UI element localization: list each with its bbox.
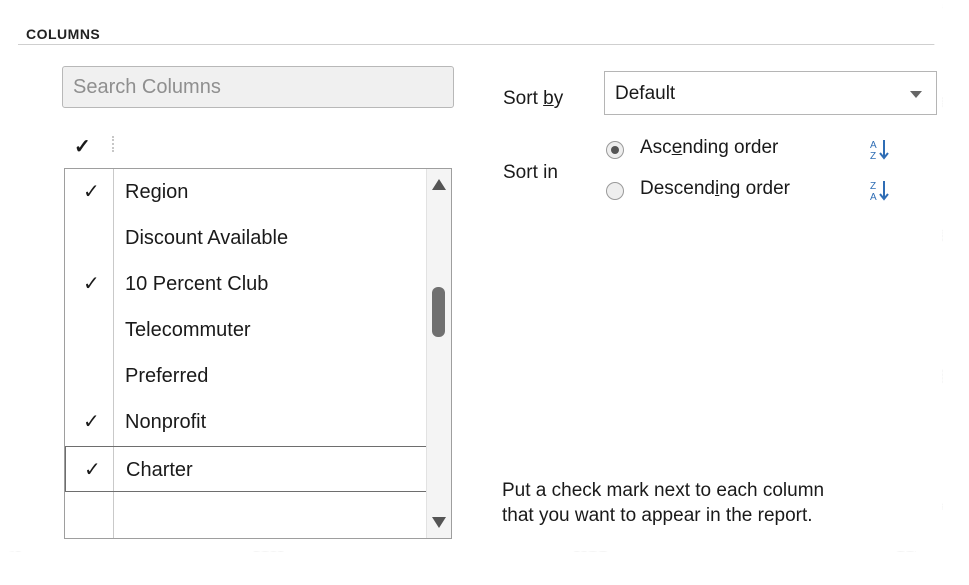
chevron-down-icon — [910, 91, 922, 98]
descending-label[interactable]: Descending order — [640, 178, 790, 200]
vertical-scrollbar[interactable] — [426, 169, 451, 538]
help-line-1: Put a check mark next to each column — [502, 480, 825, 501]
group-title: COLUMNS — [26, 26, 107, 42]
svg-text:Z: Z — [870, 181, 876, 192]
svg-text:A: A — [870, 192, 877, 203]
column-resize-handle[interactable] — [112, 136, 116, 152]
help-line-2: that you want to appear in the report. — [502, 505, 813, 526]
ascending-radio[interactable] — [606, 141, 624, 159]
search-columns-input[interactable] — [62, 66, 454, 108]
svg-text:A: A — [870, 140, 877, 151]
list-item-label: Telecommuter — [125, 319, 251, 341]
list-item-label: Nonprofit — [125, 411, 207, 433]
list-item[interactable]: ✓ Nonprofit — [65, 399, 427, 445]
list-item-label: Charter — [126, 459, 193, 481]
ascending-label[interactable]: Ascending order — [640, 137, 778, 159]
check-mark[interactable]: ✓ — [83, 409, 100, 434]
scroll-up-arrow-icon[interactable] — [432, 179, 446, 190]
sort-descending-icon: Z A — [870, 181, 889, 203]
list-item-label: Region — [125, 181, 189, 203]
list-item[interactable]: ✓ Region — [65, 169, 427, 215]
list-item-label: Discount Available — [125, 227, 289, 249]
sort-by-dropdown[interactable]: Default — [604, 71, 937, 115]
check-mark[interactable]: ✓ — [83, 179, 100, 204]
list-item[interactable]: Telecommuter — [65, 307, 427, 353]
list-item-label: Preferred — [125, 365, 209, 387]
sort-by-value: Default — [615, 83, 676, 104]
group-divider — [18, 44, 943, 45]
columns-panel: COLUMNS ✓ ✓ Region Discount Available ✓ … — [8, 4, 943, 552]
columns-list[interactable]: ✓ Region Discount Available ✓ 10 Percent… — [64, 168, 452, 539]
check-mark[interactable]: ✓ — [84, 457, 101, 482]
list-item[interactable]: Discount Available — [65, 215, 427, 261]
list-item[interactable]: Preferred — [65, 353, 427, 399]
help-text: Put a check mark next to each column tha… — [502, 478, 922, 528]
scroll-down-arrow-icon[interactable] — [432, 517, 446, 528]
sort-by-label: Sort by — [503, 88, 564, 109]
svg-text:Z: Z — [870, 151, 876, 162]
descending-radio[interactable] — [606, 182, 624, 200]
list-item[interactable]: ✓ 10 Percent Club — [65, 261, 427, 307]
check-mark[interactable]: ✓ — [83, 271, 100, 296]
check-column-header[interactable]: ✓ — [74, 134, 91, 159]
list-item-label: 10 Percent Club — [125, 273, 269, 295]
sort-ascending-icon: A Z — [870, 140, 889, 162]
list-item[interactable] — [65, 492, 427, 538]
scroll-thumb[interactable] — [432, 287, 445, 337]
list-item-selected[interactable]: ✓ Charter — [65, 446, 427, 492]
sort-in-label: Sort in — [503, 162, 558, 183]
